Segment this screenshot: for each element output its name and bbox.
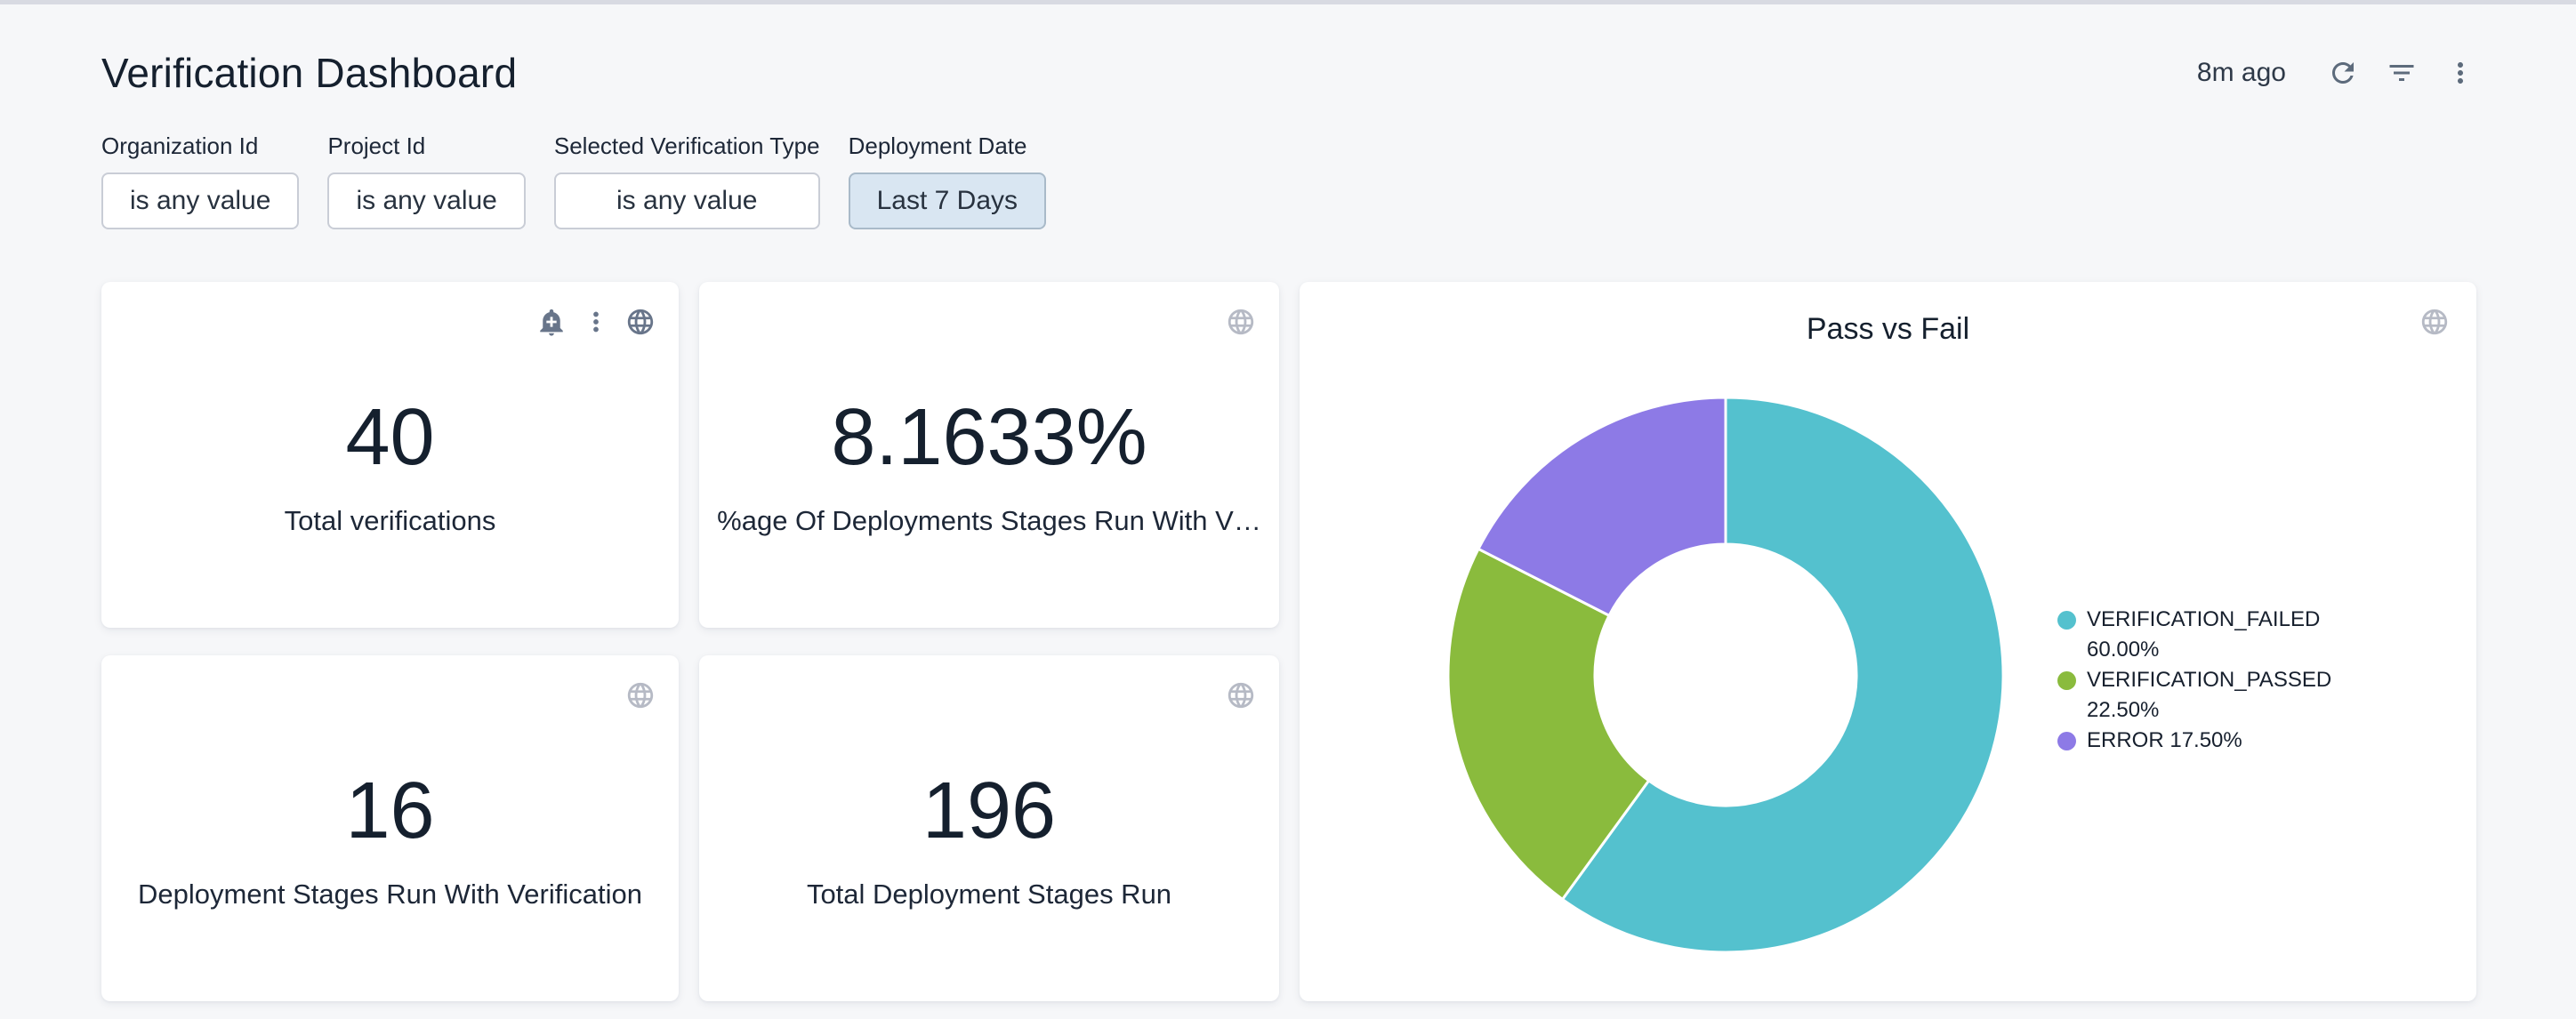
filter-value-organization-id[interactable]: is any value bbox=[101, 173, 299, 229]
tile-label: Total Deployment Stages Run bbox=[699, 879, 1279, 911]
page-title: Verification Dashboard bbox=[101, 49, 517, 97]
filter-label: Project Id bbox=[327, 132, 525, 160]
tile-stages-run-with-verification: 16 Deployment Stages Run With Verificati… bbox=[101, 655, 679, 1001]
chart-title: Pass vs Fail bbox=[1300, 312, 2476, 347]
legend-dot bbox=[2057, 611, 2076, 630]
filters-button[interactable] bbox=[2386, 57, 2418, 89]
dashboard-grid: 40 Total verifications 8.1633% %age Of D… bbox=[101, 282, 2476, 1001]
globe-icon bbox=[625, 680, 656, 710]
tile-pct-stages-with-verification: 8.1633% %age Of Deployments Stages Run W… bbox=[699, 282, 1279, 628]
filter-group-verification-type: Selected Verification Type is any value bbox=[554, 132, 820, 229]
tile-value: 16 bbox=[101, 771, 679, 851]
tile-total-stages-run: 196 Total Deployment Stages Run bbox=[699, 655, 1279, 1001]
kebab-icon bbox=[2444, 57, 2476, 89]
filter-group-organization-id: Organization Id is any value bbox=[101, 132, 299, 229]
header-actions: 8m ago bbox=[2197, 57, 2476, 89]
filter-label: Organization Id bbox=[101, 132, 299, 160]
legend-label: ERROR 17.50% bbox=[2087, 726, 2242, 756]
filter-value-verification-type[interactable]: is any value bbox=[554, 173, 820, 229]
legend-dot bbox=[2057, 671, 2076, 690]
filter-group-project-id: Project Id is any value bbox=[327, 132, 525, 229]
bell-plus-icon bbox=[536, 307, 567, 337]
tile-total-verifications: 40 Total verifications bbox=[101, 282, 679, 628]
refresh-icon bbox=[2327, 57, 2359, 89]
globe-icon bbox=[1226, 680, 1256, 710]
kebab-icon bbox=[581, 307, 611, 337]
legend-label: VERIFICATION_PASSED22.50% bbox=[2087, 665, 2331, 726]
filter-label: Deployment Date bbox=[849, 132, 1046, 160]
dashboard-page: Verification Dashboard 8m ago Organizati… bbox=[0, 49, 2576, 1001]
refresh-button[interactable] bbox=[2327, 57, 2359, 89]
tile-menu-button[interactable] bbox=[581, 307, 611, 337]
tile-value: 196 bbox=[699, 771, 1279, 851]
tile-icons bbox=[625, 680, 656, 710]
add-alert-button[interactable] bbox=[536, 307, 567, 337]
tile-label: Deployment Stages Run With Verification bbox=[101, 879, 679, 911]
last-refreshed-timestamp: 8m ago bbox=[2197, 58, 2286, 88]
tile-value: 40 bbox=[101, 397, 679, 477]
chart-legend: VERIFICATION_FAILED60.00%VERIFICATION_PA… bbox=[2057, 605, 2449, 756]
filter-value-project-id[interactable]: is any value bbox=[327, 173, 525, 229]
legend-item-error[interactable]: ERROR 17.50% bbox=[2057, 726, 2449, 756]
legend-item-verification_failed[interactable]: VERIFICATION_FAILED60.00% bbox=[2057, 605, 2449, 665]
tile-value: 8.1633% bbox=[699, 397, 1279, 477]
globe-icon bbox=[625, 307, 656, 337]
tile-icons bbox=[536, 307, 656, 337]
globe-icon bbox=[2419, 307, 2450, 337]
filter-label: Selected Verification Type bbox=[554, 132, 820, 160]
pass-vs-fail-chart-card: Pass vs Fail VERIFICATION_FAILED60.00%VE… bbox=[1300, 282, 2476, 1001]
filter-icon bbox=[2386, 57, 2418, 89]
filter-bar: Organization Id is any value Project Id … bbox=[101, 132, 2476, 229]
filter-group-deployment-date: Deployment Date Last 7 Days bbox=[849, 132, 1046, 229]
legend-label: VERIFICATION_FAILED60.00% bbox=[2087, 605, 2320, 665]
filter-value-deployment-date[interactable]: Last 7 Days bbox=[849, 173, 1046, 229]
tile-icons bbox=[1226, 680, 1256, 710]
dashboard-menu-button[interactable] bbox=[2444, 57, 2476, 89]
legend-dot bbox=[2057, 732, 2076, 750]
browser-top-strip bbox=[0, 0, 2576, 4]
donut-chart bbox=[1445, 395, 2006, 955]
tile-icons bbox=[1226, 307, 1256, 337]
legend-item-verification_passed[interactable]: VERIFICATION_PASSED22.50% bbox=[2057, 665, 2449, 726]
tile-label: Total verifications bbox=[101, 505, 679, 537]
tile-label: %age Of Deployments Stages Run With V… bbox=[699, 505, 1279, 537]
globe-icon bbox=[1226, 307, 1256, 337]
dashboard-header: Verification Dashboard 8m ago bbox=[101, 49, 2476, 97]
